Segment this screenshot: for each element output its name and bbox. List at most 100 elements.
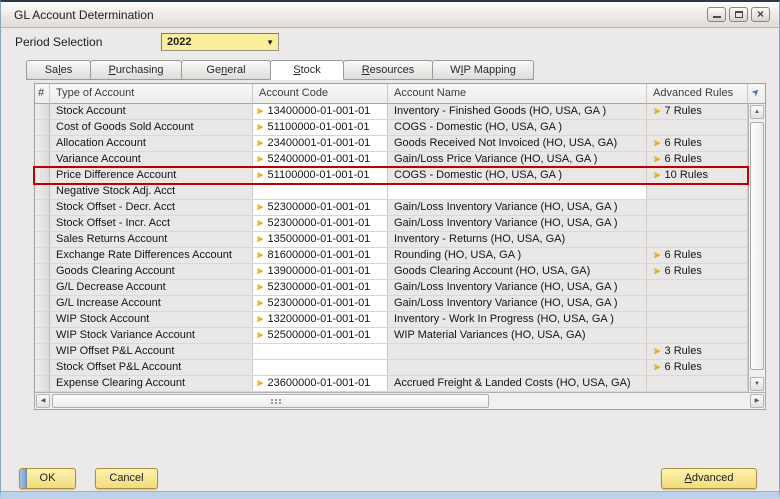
table-row[interactable]: Variance Account ➤52400000-01-001-01 Gai… [35, 152, 748, 168]
type-of-account-cell[interactable]: Exchange Rate Differences Account [50, 248, 253, 264]
account-name-cell[interactable]: COGS - Domestic (HO, USA, GA ) [388, 120, 647, 136]
account-code-cell[interactable]: ➤52400000-01-001-01 [253, 152, 388, 168]
scroll-down-button[interactable]: ▼ [750, 377, 764, 391]
table-row[interactable]: Negative Stock Adj. Acct ➤ ➤ [35, 184, 748, 200]
tab-resources[interactable]: Resources [343, 60, 433, 80]
row-selector-cell[interactable] [35, 312, 50, 328]
table-row[interactable]: Stock Account ➤13400000-01-001-01 Invent… [35, 104, 748, 120]
tab-purchasing[interactable]: Purchasing [90, 60, 182, 80]
link-arrow-icon[interactable]: ➤ [653, 362, 661, 372]
type-of-account-cell[interactable]: Price Difference Account [50, 168, 253, 184]
tab-stock[interactable]: Stock [270, 60, 344, 80]
scroll-up-button[interactable]: ▲ [750, 105, 764, 119]
link-arrow-icon[interactable]: ➤ [256, 298, 264, 308]
period-select[interactable]: 2022 ▼ [161, 33, 279, 51]
account-name-cell[interactable]: Gain/Loss Inventory Variance (HO, USA, G… [388, 280, 647, 296]
link-arrow-icon[interactable]: ➤ [256, 330, 264, 340]
account-name-cell[interactable]: Gain/Loss Inventory Variance (HO, USA, G… [388, 200, 647, 216]
link-arrow-icon[interactable]: ➤ [256, 202, 264, 212]
link-arrow-icon[interactable]: ➤ [653, 250, 661, 260]
row-selector-cell[interactable] [35, 232, 50, 248]
account-name-cell[interactable]: Inventory - Work In Progress (HO, USA, G… [388, 312, 647, 328]
type-of-account-cell[interactable]: Allocation Account [50, 136, 253, 152]
account-code-cell[interactable]: ➤51100000-01-001-01 [253, 168, 388, 184]
link-arrow-icon[interactable]: ➤ [256, 314, 264, 324]
advanced-rules-cell[interactable]: ➤ [647, 312, 748, 328]
advanced-rules-cell[interactable]: ➤6 Rules [647, 152, 748, 168]
account-code-cell[interactable]: ➤51100000-01-001-01 [253, 120, 388, 136]
link-arrow-icon[interactable]: ➤ [653, 170, 661, 180]
account-code-cell[interactable]: ➤52500000-01-001-01 [253, 328, 388, 344]
link-arrow-icon[interactable]: ➤ [653, 138, 661, 148]
link-arrow-icon[interactable]: ➤ [256, 234, 264, 244]
link-arrow-icon[interactable]: ➤ [653, 106, 661, 116]
advanced-rules-cell[interactable]: ➤6 Rules [647, 136, 748, 152]
table-row[interactable]: Cost of Goods Sold Account ➤51100000-01-… [35, 120, 748, 136]
account-name-cell[interactable]: Accrued Freight & Landed Costs (HO, USA,… [388, 376, 647, 392]
type-of-account-cell[interactable]: Goods Clearing Account [50, 264, 253, 280]
account-name-cell[interactable]: Goods Received Not Invoiced (HO, USA, GA… [388, 136, 647, 152]
account-code-cell[interactable]: ➤13200000-01-001-01 [253, 312, 388, 328]
account-code-cell[interactable]: ➤52300000-01-001-01 [253, 216, 388, 232]
table-row[interactable]: G/L Decrease Account ➤52300000-01-001-01… [35, 280, 748, 296]
account-code-cell[interactable]: ➤ [253, 344, 388, 360]
row-selector-cell[interactable] [35, 248, 50, 264]
table-row[interactable]: Allocation Account ➤23400001-01-001-01 G… [35, 136, 748, 152]
advanced-rules-cell[interactable]: ➤7 Rules [647, 104, 748, 120]
minimize-button[interactable] [707, 7, 726, 22]
row-selector-cell[interactable] [35, 184, 50, 200]
horizontal-scrollbar-thumb[interactable] [52, 394, 489, 408]
advanced-rules-cell[interactable]: ➤ [647, 328, 748, 344]
vertical-scrollbar-thumb[interactable] [750, 122, 764, 370]
account-name-cell[interactable]: Gain/Loss Inventory Variance (HO, USA, G… [388, 216, 647, 232]
horizontal-scrollbar[interactable]: ◀ ▶ [35, 392, 765, 409]
account-name-cell[interactable]: Inventory - Returns (HO, USA, GA) [388, 232, 647, 248]
advanced-rules-cell[interactable]: ➤ [647, 120, 748, 136]
account-name-cell[interactable] [388, 360, 647, 376]
table-row[interactable]: Price Difference Account ➤51100000-01-00… [35, 168, 748, 184]
advanced-rules-cell[interactable]: ➤ [647, 232, 748, 248]
advanced-rules-cell[interactable]: ➤6 Rules [647, 248, 748, 264]
row-selector-cell[interactable] [35, 264, 50, 280]
account-name-cell[interactable]: COGS - Domestic (HO, USA, GA ) [388, 168, 647, 184]
account-code-cell[interactable]: ➤ [253, 184, 388, 200]
advanced-rules-cell[interactable]: ➤3 Rules [647, 344, 748, 360]
close-button[interactable]: × [751, 7, 770, 22]
table-row[interactable]: Stock Offset - Incr. Acct ➤52300000-01-0… [35, 216, 748, 232]
type-of-account-cell[interactable]: WIP Offset P&L Account [50, 344, 253, 360]
link-arrow-icon[interactable]: ➤ [653, 346, 661, 356]
account-name-cell[interactable] [388, 184, 647, 200]
link-arrow-icon[interactable]: ➤ [256, 378, 264, 388]
table-row[interactable]: Stock Offset P&L Account ➤ ➤6 Rules [35, 360, 748, 376]
row-selector-cell[interactable] [35, 104, 50, 120]
form-settings-button[interactable]: ➤ [748, 84, 765, 104]
table-row[interactable]: Goods Clearing Account ➤13900000-01-001-… [35, 264, 748, 280]
type-of-account-cell[interactable]: Stock Account [50, 104, 253, 120]
table-row[interactable]: G/L Increase Account ➤52300000-01-001-01… [35, 296, 748, 312]
account-name-cell[interactable]: Gain/Loss Price Variance (HO, USA, GA ) [388, 152, 647, 168]
advanced-rules-cell[interactable]: ➤ [647, 280, 748, 296]
account-name-cell[interactable]: Goods Clearing Account (HO, USA, GA) [388, 264, 647, 280]
advanced-rules-cell[interactable]: ➤ [647, 376, 748, 392]
advanced-rules-cell[interactable]: ➤6 Rules [647, 264, 748, 280]
table-row[interactable]: Exchange Rate Differences Account ➤81600… [35, 248, 748, 264]
link-arrow-icon[interactable]: ➤ [256, 218, 264, 228]
account-code-cell[interactable]: ➤ [253, 360, 388, 376]
account-code-cell[interactable]: ➤23400001-01-001-01 [253, 136, 388, 152]
link-arrow-icon[interactable]: ➤ [256, 266, 264, 276]
account-name-cell[interactable] [388, 344, 647, 360]
row-selector-cell[interactable] [35, 120, 50, 136]
type-of-account-cell[interactable]: Negative Stock Adj. Acct [50, 184, 253, 200]
tab-wip-mapping[interactable]: WIP Mapping [432, 60, 534, 80]
account-code-cell[interactable]: ➤52300000-01-001-01 [253, 280, 388, 296]
table-row[interactable]: Expense Clearing Account ➤23600000-01-00… [35, 376, 748, 392]
account-code-cell[interactable]: ➤13400000-01-001-01 [253, 104, 388, 120]
account-code-cell[interactable]: ➤23600000-01-001-01 [253, 376, 388, 392]
cancel-button[interactable]: Cancel [95, 468, 158, 489]
account-name-cell[interactable]: Rounding (HO, USA, GA ) [388, 248, 647, 264]
row-selector-cell[interactable] [35, 360, 50, 376]
link-arrow-icon[interactable]: ➤ [256, 122, 264, 132]
link-arrow-icon[interactable]: ➤ [256, 282, 264, 292]
row-selector-cell[interactable] [35, 200, 50, 216]
row-selector-cell[interactable] [35, 344, 50, 360]
